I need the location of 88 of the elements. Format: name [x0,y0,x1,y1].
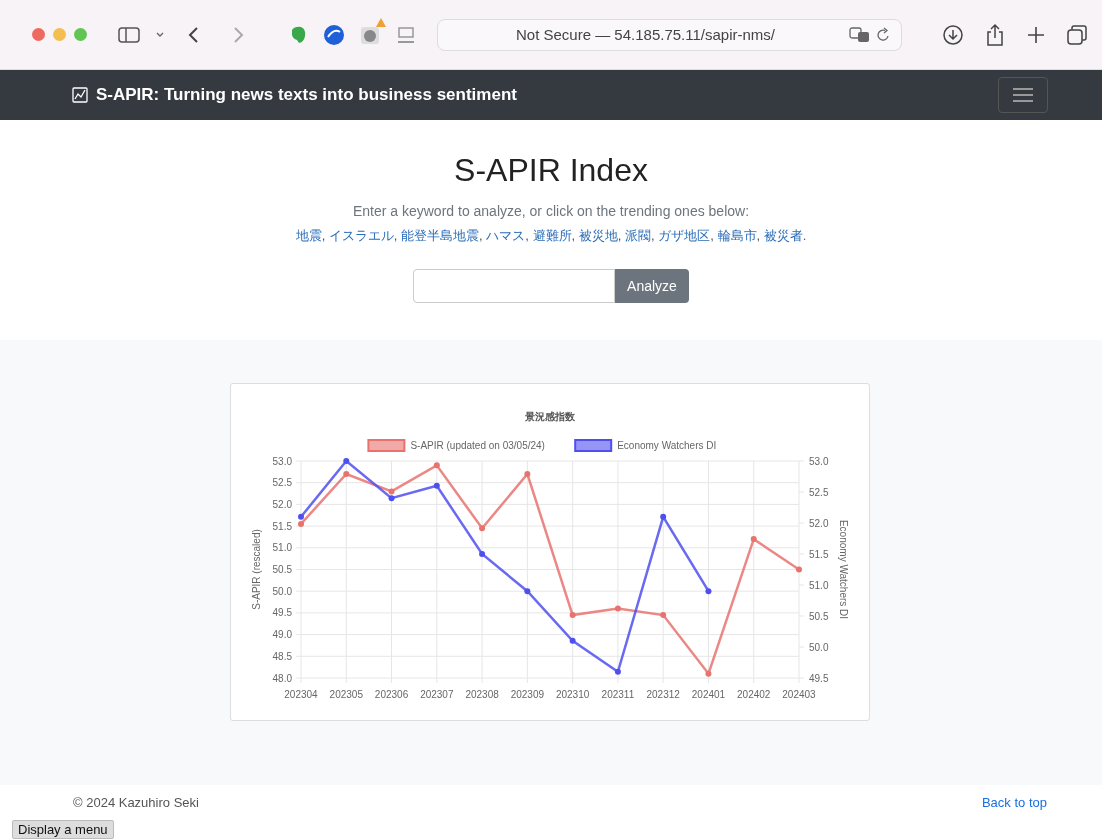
data-point [433,462,440,469]
x-tick-label: 202312 [646,689,680,700]
legend-label[interactable]: Economy Watchers DI [616,440,716,451]
data-point [704,670,711,677]
x-tick-label: 202309 [510,689,544,700]
keyword-link[interactable]: 被災地 [578,228,618,243]
new-tab-icon[interactable] [1026,24,1046,45]
keyword-link[interactable]: 輪島市 [717,228,757,243]
display-menu-button[interactable]: Display a menu [12,820,114,839]
close-window-button[interactable] [32,28,45,41]
x-tick-label: 202304 [283,689,318,700]
y-tick-label: 50.0 [272,585,292,597]
keyword-link[interactable]: 被災者 [763,228,803,243]
reload-icon[interactable] [877,26,891,43]
back-icon[interactable] [187,24,201,45]
menu-toggle-button[interactable] [998,77,1048,113]
data-point [614,605,621,612]
legend-swatch[interactable] [573,439,612,452]
keyword-link[interactable]: 能登半島地震 [401,228,480,243]
y-tick-label: 51.5 [272,520,292,532]
y-tick-label: 49.5 [272,607,292,619]
keyword-link[interactable]: イスラエル [328,228,394,243]
analyze-button[interactable]: Analyze [615,269,689,303]
x-tick-label: 202308 [464,689,499,700]
chart-icon [72,87,88,103]
data-point [342,471,349,477]
y-tick-label: 49.0 [272,629,292,641]
y-tick-label: 53.0 [272,455,292,467]
x-tick-label: 202305 [329,689,363,700]
y2-tick-label: 52.0 [808,517,828,529]
x-tick-label: 202310 [555,689,589,700]
data-point [750,536,757,543]
app-logo-icon[interactable] [323,23,345,46]
y2-tick-label: 49.5 [808,672,828,684]
data-point [569,612,576,619]
data-point [704,588,711,595]
trending-keywords: 地震, イスラエル, 能登半島地震, ハマス, 避難所, 被災地, 派閥, ガザ地区, 輪島市, 被災者. [295,227,807,245]
y2-tick-label: 50.5 [808,610,828,622]
tabs-overview-icon[interactable] [1066,23,1088,46]
data-point [478,551,485,557]
x-tick-label: 202307 [419,689,453,700]
y2-tick-label: 51.5 [808,548,828,560]
sidebar-icon[interactable] [117,24,141,45]
x-tick-label: 202306 [374,689,408,700]
x-tick-label: 202401 [691,689,725,700]
data-point [614,668,621,675]
y-axis-title: S-APIR (rescaled) [250,529,262,610]
menu-icon [1012,87,1034,103]
y-tick-label: 52.5 [272,477,292,489]
data-point [795,566,802,573]
y-tick-label: 52.0 [272,498,292,510]
keyword-link[interactable]: ハマス [486,228,526,243]
chart-title: 景況感指数 [524,411,575,422]
download-icon[interactable] [942,23,964,46]
data-point [523,588,530,595]
translate-icon[interactable] [849,26,871,43]
y2-axis-title: Economy Watchers DI [837,519,849,620]
keyword-input[interactable] [413,269,616,303]
x-tick-label: 202311 [601,689,634,700]
y-tick-label: 48.5 [272,650,292,662]
data-point [659,612,666,619]
page-title: S-APIR Index [454,152,648,189]
address-bar[interactable]: Not Secure — 54.185.75.11/sapir-nms/ [437,18,902,51]
data-point [523,471,530,477]
instruction-text: Enter a keyword to analyze, or click on the trending ones below: [352,203,750,219]
data-point [478,525,485,532]
data-point [659,513,666,520]
keyword-link[interactable]: 地震 [295,228,322,243]
x-tick-label: 202402 [736,689,770,700]
share-icon[interactable] [984,22,1006,47]
legend-label[interactable]: S-APIR (updated on 03/05/24) [409,440,545,451]
legend-swatch[interactable] [366,439,405,452]
y-tick-label: 48.0 [272,672,292,684]
y-tick-label: 51.0 [272,542,292,554]
back-to-top-link[interactable]: Back to top [981,795,1047,810]
x-tick-label: 202403 [781,689,816,700]
data-point [342,458,349,464]
y2-tick-label: 50.0 [808,641,828,653]
y2-tick-label: 53.0 [808,455,828,467]
data-point [433,482,440,489]
y2-tick-label: 51.0 [808,579,828,591]
site-title[interactable]: S-APIR: Turning news texts into business sentiment [96,85,517,105]
data-point [569,637,576,644]
keyword-link[interactable]: 避難所 [532,228,572,243]
y-tick-label: 50.5 [272,564,292,575]
address-text: Not Secure — 54.185.75.11/sapir-nms/ [515,26,776,43]
copyright-text: © 2024 Kazuhiro Seki [73,795,199,810]
y2-tick-label: 52.5 [808,486,828,498]
